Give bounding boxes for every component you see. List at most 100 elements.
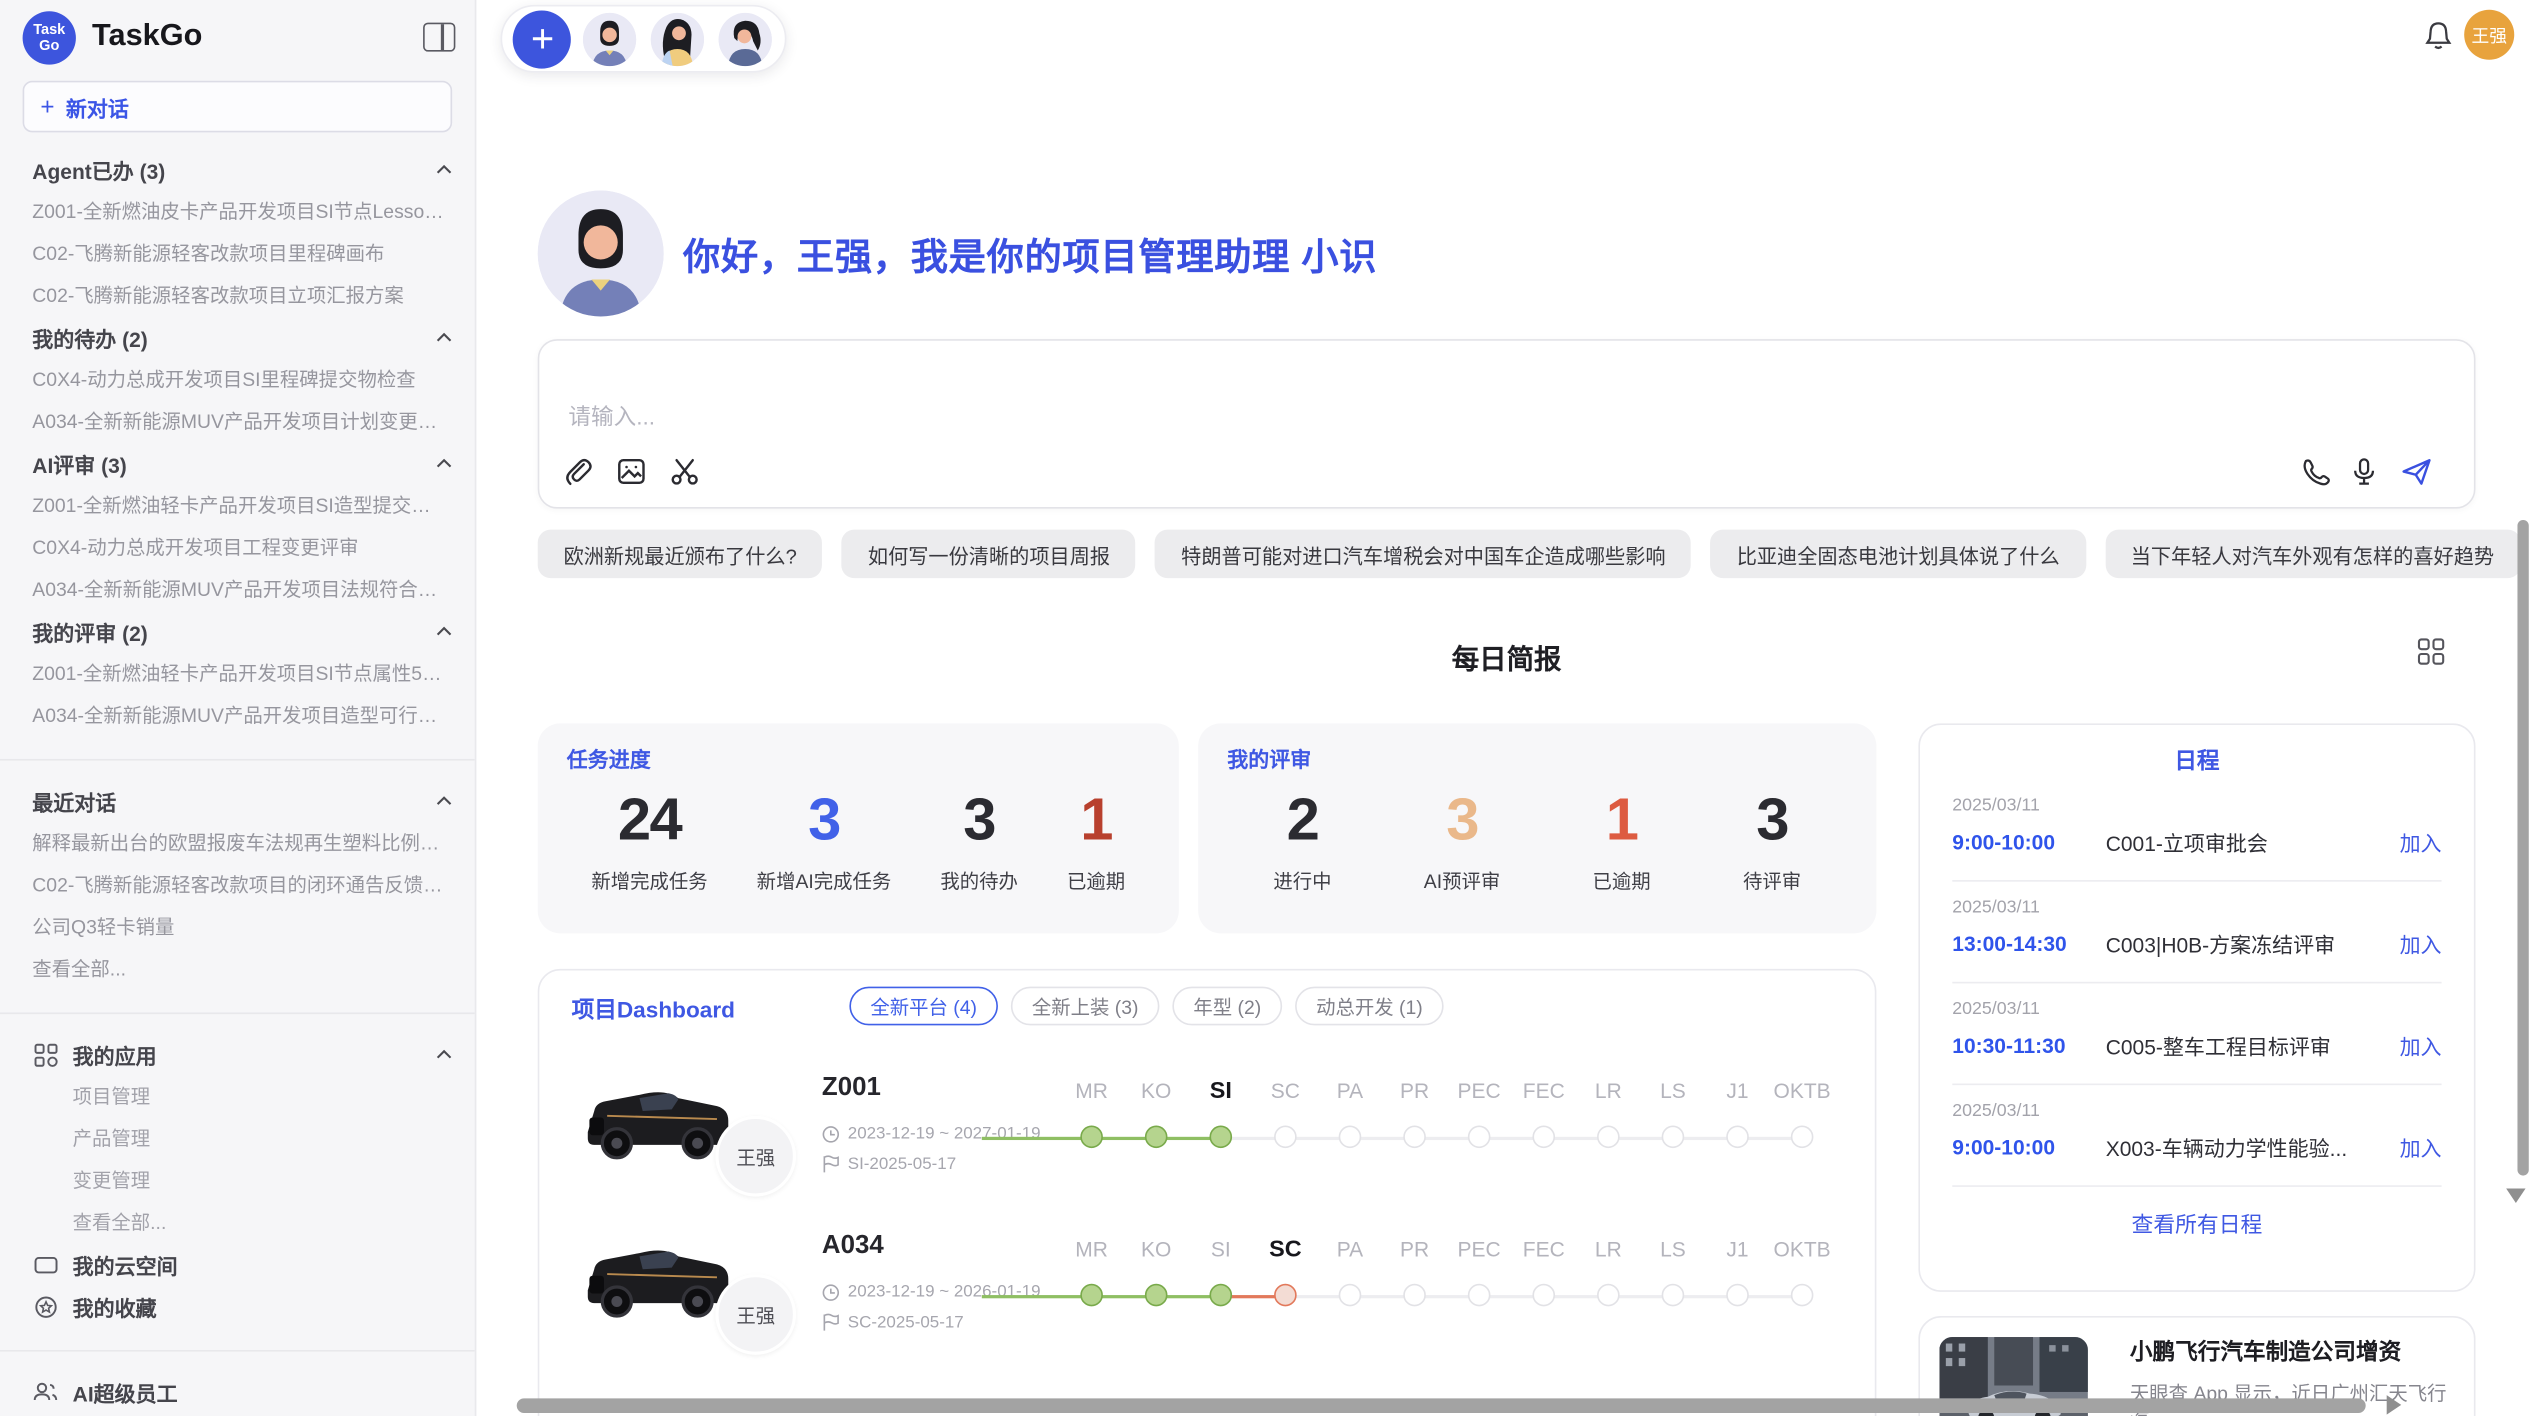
stat: 1 已逾期: [1067, 783, 1125, 894]
suggestion-chip[interactable]: 如何写一份清晰的项目周报: [842, 530, 1136, 578]
section-my-review[interactable]: 我的评审 (2): [0, 610, 475, 652]
join-link[interactable]: 加入: [2400, 1132, 2442, 1163]
clock-icon: [822, 1125, 840, 1143]
dashboard-tab[interactable]: 动总开发 (1): [1295, 987, 1444, 1026]
schedule-date: 2025/03/11: [1952, 898, 2441, 917]
milestone-dot: [1209, 1284, 1232, 1307]
new-chat-button[interactable]: + 新对话: [23, 81, 453, 133]
view-all-schedule-link[interactable]: 查看所有日程: [1952, 1185, 2441, 1238]
logo-line1: Task: [33, 21, 65, 37]
schedule-date: 2025/03/11: [1952, 1101, 2441, 1120]
section-agent-done[interactable]: Agent已办 (3): [0, 149, 475, 191]
sidebar-item[interactable]: C02-飞腾新能源轻客改款项目里程碑画布: [0, 233, 475, 275]
greeting-text: 你好，王强，我是你的项目管理助理 小识: [683, 226, 1377, 281]
app-link[interactable]: 变更管理: [0, 1159, 475, 1201]
chat-input[interactable]: [565, 402, 2025, 431]
stat-value: 2: [1273, 783, 1331, 857]
clock-icon: [822, 1283, 840, 1301]
section-my-todo[interactable]: 我的待办 (2): [0, 317, 475, 359]
section-ai-review[interactable]: AI评审 (3): [0, 442, 475, 484]
join-link[interactable]: 加入: [2400, 929, 2442, 960]
milestone-dot: [1791, 1284, 1814, 1307]
microphone-icon[interactable]: [2348, 455, 2380, 487]
milestone-label: LR: [1576, 1229, 1641, 1271]
milestone-dot: [1532, 1284, 1555, 1307]
milestone-line: [982, 1295, 1092, 1298]
add-agent-button[interactable]: [515, 12, 568, 65]
stat-label: 我的待办: [940, 867, 1018, 894]
recent-chat-item[interactable]: 公司Q3轻卡销量: [0, 906, 475, 948]
sidebar-item[interactable]: C0X4-动力总成开发项目SI里程碑提交物检查: [0, 358, 475, 400]
scroll-down-arrow[interactable]: [2506, 1188, 2525, 1203]
sidebar-item[interactable]: Z001-全新燃油轻卡产品开发项目SI造型提交物评审: [0, 484, 475, 526]
phone-call-icon[interactable]: [2299, 455, 2331, 487]
suggestion-chip[interactable]: 当下年轻人对汽车外观有怎样的喜好趋势: [2105, 530, 2520, 578]
app-link[interactable]: 产品管理: [0, 1117, 475, 1159]
my-review-card: 我的评审 2 进行中 3 AI预评审 1 已逾期: [1198, 723, 1876, 933]
dashboard-tab[interactable]: 全新平台 (4): [849, 987, 998, 1026]
suggestion-chips: 欧洲新规最近颁布了什么? 如何写一份清晰的项目周报特朗普可能对进口汽车增税会对中国…: [538, 530, 2492, 578]
stat-value: 3: [1424, 783, 1500, 857]
join-link[interactable]: 加入: [2400, 827, 2442, 858]
agent-avatar[interactable]: [651, 12, 704, 65]
milestone-label: PR: [1382, 1229, 1447, 1271]
milestone-dot: [1209, 1126, 1232, 1149]
sidebar-item[interactable]: Z001-全新燃油皮卡产品开发项目SI节点Lesson Learn报告: [0, 191, 475, 233]
milestone-label: LS: [1641, 1229, 1706, 1271]
project-dashboard-card: 项目Dashboard 全新平台 (4)全新上装 (3)年型 (2)动总开发 (…: [538, 969, 1877, 1416]
section-recent-chats[interactable]: 最近对话: [0, 780, 475, 822]
schedule-name: X003-车辆动力学性能验...: [2106, 1132, 2384, 1163]
project-owner-badge: 王强: [715, 1116, 796, 1197]
vertical-scrollbar-thumb[interactable]: [2517, 520, 2528, 1176]
milestone-label: SC: [1253, 1071, 1318, 1113]
sidebar-item[interactable]: A034-全新新能源MUV产品开发项目法规符合性评审: [0, 568, 475, 610]
dashboard-tab[interactable]: 全新上装 (3): [1011, 987, 1160, 1026]
app-link[interactable]: 项目管理: [0, 1075, 475, 1117]
collapse-sidebar-icon[interactable]: [423, 23, 455, 52]
suggestion-chip[interactable]: 欧洲新规最近颁布了什么?: [538, 530, 823, 578]
milestone-dot: [1080, 1126, 1103, 1149]
sidebar-item-my-apps[interactable]: 我的应用: [0, 1033, 475, 1075]
join-link[interactable]: 加入: [2400, 1030, 2442, 1061]
agent-avatar[interactable]: [583, 12, 636, 65]
milestone-dot: [1339, 1284, 1362, 1307]
milestone-dot: [1145, 1284, 1168, 1307]
suggestion-chip[interactable]: 比亚迪全固态电池计划具体说了什么: [1711, 530, 2086, 578]
user-avatar[interactable]: 王强: [2464, 10, 2514, 60]
stat-label: AI预评审: [1424, 867, 1500, 894]
milestone: OKTB: [1770, 1229, 1835, 1310]
sidebar-item-ai-staff[interactable]: AI超级员工: [0, 1371, 475, 1413]
notifications-bell-icon[interactable]: [2422, 19, 2454, 51]
milestone-label: J1: [1705, 1071, 1770, 1113]
sidebar-item[interactable]: Z001-全新燃油轻卡产品开发项目SI节点属性5D文件评审: [0, 652, 475, 694]
project-row[interactable]: 王强 Z001 2023-12-19 ~ 2027-01-19 SI-2025-…: [575, 1054, 1839, 1212]
milestone-label: MR: [1059, 1229, 1124, 1271]
image-icon[interactable]: [615, 455, 647, 487]
dashboard-tab[interactable]: 年型 (2): [1172, 987, 1282, 1026]
suggestion-chip[interactable]: 特朗普可能对进口汽车增税会对中国车企造成哪些影响: [1155, 530, 1691, 578]
sidebar-item-cloud-space[interactable]: 我的云空间: [0, 1243, 475, 1285]
send-icon[interactable]: [2400, 455, 2432, 487]
milestone-label: KO: [1124, 1229, 1189, 1271]
agent-avatar[interactable]: [719, 12, 772, 65]
sidebar-item[interactable]: C02-飞腾新能源轻客改款项目立项汇报方案: [0, 275, 475, 317]
project-row[interactable]: 王强 A034 2023-12-19 ~ 2026-01-19 SC-2025-…: [575, 1213, 1839, 1371]
recent-chat-item[interactable]: 查看全部...: [0, 948, 475, 990]
app-link[interactable]: 查看全部...: [0, 1201, 475, 1243]
scissors-icon[interactable]: [669, 455, 701, 487]
flag-icon: [822, 1155, 840, 1174]
recent-chat-item[interactable]: C02-飞腾新能源轻客改款项目的闭环通告反馈情况: [0, 864, 475, 906]
scroll-right-arrow[interactable]: [2387, 1395, 2402, 1414]
sidebar-item[interactable]: C0X4-动力总成开发项目工程变更评审: [0, 526, 475, 568]
sidebar-item-favorites[interactable]: 我的收藏: [0, 1285, 475, 1327]
layout-grid-icon[interactable]: [2417, 638, 2444, 665]
horizontal-scrollbar-thumb[interactable]: [517, 1398, 2366, 1413]
sidebar-item[interactable]: A034-全新新能源MUV产品开发项目造型可行性评审: [0, 694, 475, 736]
dashboard-tabs: 全新平台 (4) 全新上装 (3) 年型 (2) 动总开发 (1): [849, 987, 1443, 1026]
attachment-icon[interactable]: [562, 455, 594, 487]
app-window: Task Go TaskGo + 新对话 Agent已办 (3) Z001-全新…: [0, 0, 2532, 1416]
recent-chat-item[interactable]: 解释最新出台的欧盟报废车法规再生塑料比例被调至15%...: [0, 822, 475, 864]
milestone-dot: [1145, 1126, 1168, 1149]
sidebar-item[interactable]: A034-全新新能源MUV产品开发项目计划变更表编写: [0, 400, 475, 442]
stat-label: 已逾期: [1593, 867, 1651, 894]
